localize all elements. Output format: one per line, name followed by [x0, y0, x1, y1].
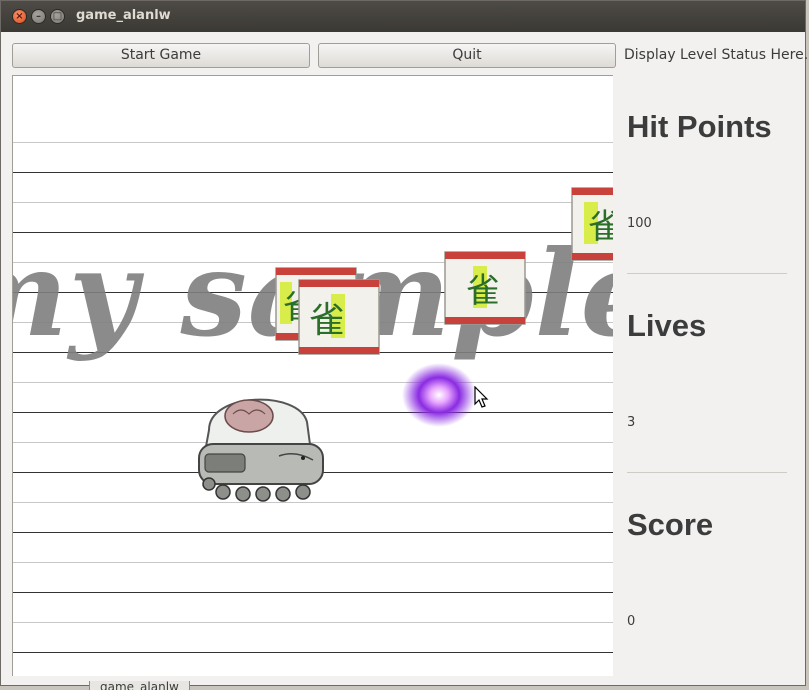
ruled-line — [13, 592, 613, 593]
mahjong-tile-enemy: 雀 — [571, 187, 613, 261]
lives-label: Lives — [627, 308, 707, 343]
player-tank — [198, 398, 324, 502]
ruled-line — [13, 532, 613, 533]
tile-glyph: 雀 — [466, 271, 500, 311]
taskbar-item[interactable]: game_alanlw — [89, 681, 190, 690]
divider — [627, 273, 787, 274]
title-bar[interactable]: × – □ game_alanlw — [1, 1, 805, 32]
tile-glyph: 雀 — [309, 300, 345, 341]
status-panel: Hit Points 100 Lives 3 Score 0 — [612, 75, 807, 675]
minimize-window-icon[interactable]: – — [31, 9, 46, 24]
ruled-line — [13, 142, 613, 143]
score-value: 0 — [627, 614, 636, 629]
app-window: × – □ game_alanlw Start Game Quit Displa… — [0, 0, 809, 686]
close-window-icon[interactable]: × — [12, 9, 27, 24]
level-status-text: Display Level Status Here. — [624, 47, 809, 63]
mahjong-tile-enemy: 雀 — [444, 251, 526, 325]
mouse-cursor — [474, 386, 489, 408]
ruled-line — [13, 562, 613, 563]
hit-points-value: 100 — [627, 216, 652, 231]
mahjong-tile-enemy: 雀 — [298, 279, 380, 355]
divider — [627, 472, 787, 473]
hit-points-label: Hit Points — [627, 109, 772, 144]
start-game-button[interactable]: Start Game — [12, 43, 310, 68]
game-canvas[interactable]: my sample 雀 雀 雀 雀 — [12, 75, 613, 676]
quit-button[interactable]: Quit — [318, 43, 616, 68]
score-label: Score — [627, 507, 714, 542]
tile-glyph: 雀 — [588, 207, 613, 247]
window-title: game_alanlw — [76, 8, 171, 23]
maximize-window-icon[interactable]: □ — [50, 9, 65, 24]
ruled-line — [13, 202, 613, 203]
ruled-line — [13, 652, 613, 653]
ruled-line — [13, 172, 613, 173]
purple-energy-orb — [402, 363, 476, 427]
ruled-line — [13, 622, 613, 623]
lives-value: 3 — [627, 415, 636, 430]
